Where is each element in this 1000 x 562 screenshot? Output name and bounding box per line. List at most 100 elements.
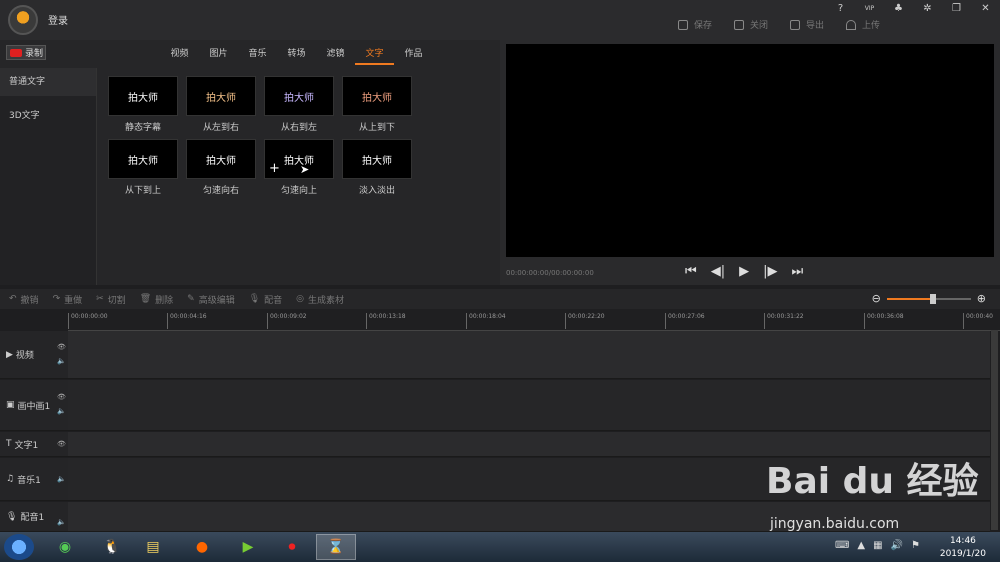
help-button[interactable]: ? bbox=[826, 2, 855, 16]
file-explorer-icon[interactable]: ▤ bbox=[133, 534, 173, 560]
recorder-icon[interactable]: ⏺ bbox=[272, 534, 312, 560]
timeline-ruler[interactable]: 00:00:00:00 00:00:04:16 00:00:09:02 00:0… bbox=[68, 309, 1000, 331]
tab-music[interactable]: 音乐 bbox=[238, 46, 277, 65]
track-header-pip[interactable]: ▣ 画中画1 bbox=[0, 380, 68, 431]
edit-toolbar: ↶ 撤销 ↷ 重做 ✂ 切割 🗑 删除 ✎ 高级编辑 🎙 配音 ◎ 生成素材 bbox=[0, 289, 1000, 309]
timeline-scrollbar[interactable] bbox=[991, 330, 998, 530]
ruler-label: 00:00:04:16 bbox=[167, 313, 207, 329]
redo-button[interactable]: ↷ 重做 bbox=[53, 293, 83, 306]
system-tray: ⌨ ▲ ▦ 🔊 ⚑ bbox=[835, 540, 920, 551]
zoom-knob[interactable] bbox=[929, 293, 936, 304]
effect-preview: 拍大师 bbox=[108, 139, 178, 179]
effect-preview: 拍大师 bbox=[342, 76, 412, 116]
category-normal-text[interactable]: 普通文字 bbox=[0, 68, 96, 96]
preview-screen[interactable] bbox=[506, 44, 994, 257]
pip-lane[interactable] bbox=[68, 380, 990, 431]
zoom-out-icon[interactable]: ⊖ bbox=[872, 292, 881, 305]
network-icon[interactable]: ▦ bbox=[873, 540, 882, 551]
start-button[interactable] bbox=[4, 534, 34, 560]
text-effect-tile[interactable]: 拍大师 匀速向上 + ➤ bbox=[264, 139, 334, 196]
text-effect-tile[interactable]: 拍大师 从下到上 bbox=[108, 139, 178, 196]
close-icon[interactable]: ✕ bbox=[971, 2, 1000, 16]
effect-preview: 拍大师 bbox=[264, 76, 334, 116]
zoom-in-icon[interactable]: ⊕ bbox=[977, 292, 986, 305]
skip-start-icon[interactable]: ⏮ bbox=[685, 264, 697, 279]
track-header-dub[interactable]: 🎙 配音1 bbox=[0, 502, 68, 532]
eye-icon[interactable]: 👁 bbox=[57, 393, 66, 401]
tab-transition[interactable]: 转场 bbox=[277, 46, 316, 65]
top-bar: 登录 ? VIP ♣ ✲ ❐ ✕ 保存 关闭 导出 上传 bbox=[0, 0, 1000, 40]
browser-icon[interactable]: ◉ bbox=[45, 534, 85, 560]
export-button[interactable]: 导出 bbox=[789, 18, 824, 31]
paidashi-taskbar-icon[interactable]: ⌛ bbox=[316, 534, 356, 560]
gear-icon[interactable]: ✲ bbox=[913, 2, 942, 16]
skip-end-icon[interactable]: ⏭ bbox=[791, 264, 803, 279]
text-effect-tile[interactable]: 拍大师 淡入淡出 bbox=[342, 139, 412, 196]
undo-button[interactable]: ↶ 撤销 bbox=[9, 293, 39, 306]
vip-icon[interactable]: VIP bbox=[855, 2, 884, 16]
keyboard-icon[interactable]: ⌨ bbox=[835, 540, 849, 551]
file-actions: 保存 关闭 导出 上传 bbox=[677, 18, 880, 31]
track-header-video[interactable]: ▶ 视频 bbox=[0, 331, 68, 379]
category-3d-text[interactable]: 3D文字 bbox=[0, 102, 96, 130]
tab-video[interactable]: 视频 bbox=[160, 46, 199, 65]
firefox-icon[interactable]: ● bbox=[182, 534, 222, 560]
play-icon[interactable]: ▶ bbox=[739, 264, 749, 279]
speaker-icon[interactable]: 🔈 bbox=[57, 518, 66, 526]
step-back-icon[interactable]: ◀| bbox=[711, 264, 725, 279]
speaker-icon[interactable]: 🔈 bbox=[57, 475, 66, 483]
media-app-icon[interactable]: ▶ bbox=[228, 534, 268, 560]
window-controls: ? VIP ♣ ✲ ❐ ✕ bbox=[826, 2, 1000, 16]
upload-button[interactable]: 上传 bbox=[845, 18, 880, 31]
volume-icon[interactable]: 🔊 bbox=[891, 540, 903, 551]
tab-text[interactable]: 文字 bbox=[355, 46, 394, 65]
text-effect-tile[interactable]: 拍大师 从右到左 bbox=[264, 76, 334, 133]
text-effect-tile[interactable]: 拍大师 从左到右 bbox=[186, 76, 256, 133]
step-forward-icon[interactable]: |▶ bbox=[763, 264, 777, 279]
flag-icon[interactable]: ⚑ bbox=[911, 540, 920, 551]
cursor-icon: ➤ bbox=[300, 163, 310, 176]
upload-icon bbox=[845, 19, 856, 30]
zoom-fill bbox=[886, 297, 933, 300]
bell-icon[interactable]: ♣ bbox=[884, 2, 913, 16]
speaker-icon[interactable]: 🔈 bbox=[57, 407, 66, 415]
text-track-icon: T bbox=[6, 439, 12, 449]
effect-caption: 匀速向右 bbox=[202, 186, 239, 196]
pip-track-icon: ▣ bbox=[6, 400, 15, 410]
video-lane[interactable] bbox=[68, 331, 990, 379]
record-button[interactable]: 录制 bbox=[6, 45, 46, 60]
media-tabs: 视频 图片 音乐 转场 滤镜 文字 作品 bbox=[160, 46, 433, 65]
zoom-slider[interactable] bbox=[886, 293, 971, 304]
ruler-label: 00:00:18:04 bbox=[466, 313, 506, 329]
text-effect-tile[interactable]: 拍大师 从上到下 bbox=[342, 76, 412, 133]
eye-icon[interactable]: 👁 bbox=[57, 343, 66, 351]
close-project-button[interactable]: 关闭 bbox=[733, 18, 768, 31]
add-icon[interactable]: + bbox=[269, 161, 280, 176]
ruler-label: 00:00:09:02 bbox=[267, 313, 307, 329]
dub-button[interactable]: 🎙 配音 bbox=[249, 293, 282, 306]
clock[interactable]: 14:46 2019/1/20 bbox=[940, 535, 986, 561]
cut-button[interactable]: ✂ 切割 bbox=[96, 293, 126, 306]
tray-arrow-icon[interactable]: ▲ bbox=[857, 540, 865, 551]
delete-button[interactable]: 🗑 删除 bbox=[140, 293, 173, 306]
text-effect-tile[interactable]: 拍大师 静态字幕 bbox=[108, 76, 178, 133]
login-link[interactable]: 登录 bbox=[48, 12, 68, 27]
media-panel: 录制 视频 图片 音乐 转场 滤镜 文字 作品 普通文字 3D文字 拍大师 静态字… bbox=[0, 40, 500, 285]
qq-icon[interactable]: 🐧 bbox=[92, 534, 132, 560]
text-effect-tile[interactable]: 拍大师 匀速向右 bbox=[186, 139, 256, 196]
speaker-icon[interactable]: 🔈 bbox=[57, 357, 66, 365]
tab-filter[interactable]: 滤镜 bbox=[316, 46, 355, 65]
tab-image[interactable]: 图片 bbox=[199, 46, 238, 65]
restore-icon[interactable]: ❐ bbox=[942, 2, 971, 16]
generate-asset-button[interactable]: ◎ 生成素材 bbox=[296, 293, 344, 306]
save-button[interactable]: 保存 bbox=[677, 18, 712, 31]
advanced-edit-button[interactable]: ✎ 高级编辑 bbox=[187, 293, 235, 306]
text-category-list: 普通文字 3D文字 bbox=[0, 68, 97, 285]
undo-icon: ↶ bbox=[9, 294, 17, 304]
avatar[interactable] bbox=[8, 5, 38, 35]
scissors-icon: ✂ bbox=[96, 294, 104, 304]
tab-works[interactable]: 作品 bbox=[394, 46, 433, 65]
trash-icon: 🗑 bbox=[139, 294, 152, 304]
eye-icon[interactable]: 👁 bbox=[57, 440, 66, 448]
effect-caption: 从上到下 bbox=[358, 123, 395, 133]
